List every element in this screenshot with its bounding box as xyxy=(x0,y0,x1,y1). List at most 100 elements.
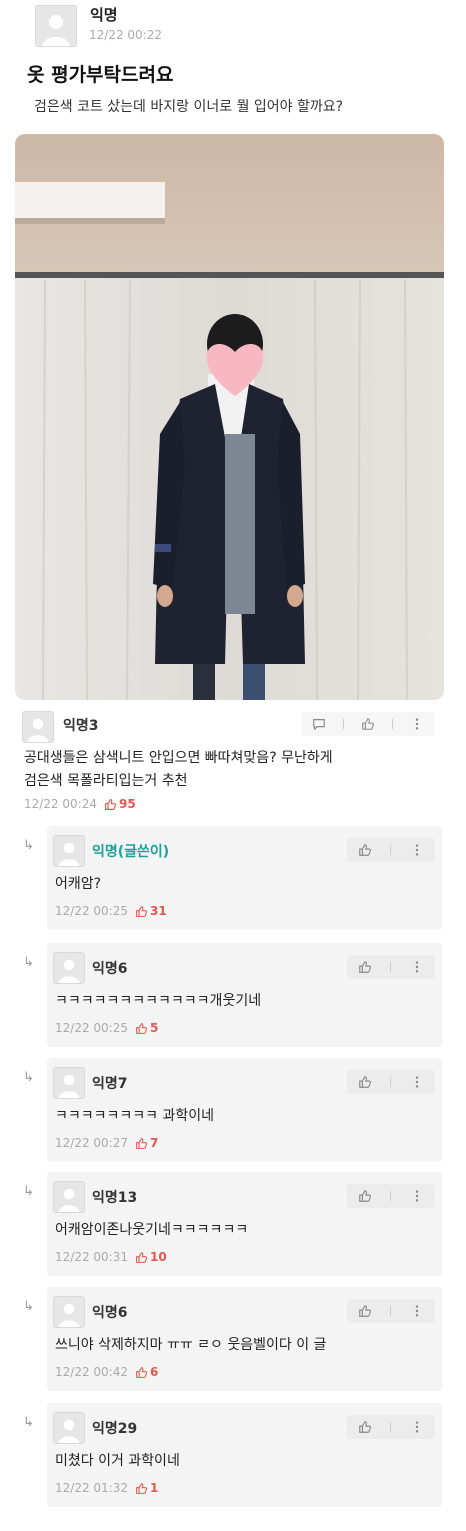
more-vertical-icon xyxy=(415,844,419,856)
thumbs-up-icon xyxy=(359,1305,372,1317)
comment-time: 12/22 00:24 xyxy=(24,797,97,811)
reply-button[interactable] xyxy=(308,714,330,734)
like-button[interactable] xyxy=(354,1301,376,1321)
avatar[interactable] xyxy=(53,1412,85,1444)
like-button[interactable] xyxy=(354,1186,376,1206)
more-button[interactable] xyxy=(406,1186,428,1206)
avatar[interactable] xyxy=(53,1181,85,1213)
like-count-value: 7 xyxy=(149,1136,159,1150)
default-avatar-icon xyxy=(54,1297,84,1327)
divider xyxy=(343,719,345,729)
reply-author[interactable]: 익명29 xyxy=(92,1418,137,1438)
reply-author[interactable]: 익명7 xyxy=(92,1073,128,1093)
like-count: 95 xyxy=(104,797,136,811)
thumbs-up-icon xyxy=(359,961,372,973)
like-button[interactable] xyxy=(354,1072,376,1092)
thumbs-up-icon xyxy=(359,844,372,856)
comment-actions xyxy=(302,712,434,736)
more-vertical-icon xyxy=(415,1421,419,1433)
more-button[interactable] xyxy=(406,1072,428,1092)
like-button[interactable] xyxy=(357,714,379,734)
reply-author[interactable]: 익명13 xyxy=(92,1187,137,1207)
divider xyxy=(390,845,392,855)
comment-text-line: 공대생들은 삼색니트 안입으면 빠따쳐맞음? 무난하게 xyxy=(24,750,333,766)
like-count-value: 10 xyxy=(149,1250,167,1264)
divider xyxy=(390,1077,392,1087)
like-count: 5 xyxy=(135,1021,158,1035)
like-count: 1 xyxy=(135,1481,158,1495)
reply-author[interactable]: 익명6 xyxy=(92,1302,128,1322)
reply-meta: 12/22 00:25 5 xyxy=(55,1021,158,1035)
reply-actions xyxy=(347,1415,435,1439)
comment-author[interactable]: 익명3 xyxy=(63,715,99,735)
like-count-value: 95 xyxy=(118,797,136,811)
more-vertical-icon xyxy=(415,1076,419,1088)
thumbs-up-icon xyxy=(359,1421,372,1433)
like-count-value: 31 xyxy=(149,904,167,918)
divider xyxy=(390,1191,392,1201)
reply-actions xyxy=(347,955,435,979)
like-count: 10 xyxy=(135,1250,167,1264)
reply-box: 익명7 ㅋㅋㅋㅋㅋㅋㅋㅋ 과학이네 12/22 00:27 7 xyxy=(47,1058,442,1162)
reply-arrow-icon: ↳ xyxy=(23,1184,34,1199)
reply-time: 12/22 01:32 xyxy=(55,1481,128,1495)
default-avatar-icon xyxy=(54,1182,84,1212)
like-button[interactable] xyxy=(354,840,376,860)
default-avatar-icon xyxy=(54,1413,84,1443)
post-title: 옷 평가부탁드려요 xyxy=(27,64,174,86)
more-button[interactable] xyxy=(406,840,428,860)
reply-box: 익명13 어캐암이존나웃기네ㅋㅋㅋㅋㅋㅋ 12/22 00:31 10 xyxy=(47,1172,442,1276)
reply-time: 12/22 00:31 xyxy=(55,1250,128,1264)
reply-meta: 12/22 00:27 7 xyxy=(55,1136,158,1150)
reply-text: ㅋㅋㅋㅋㅋㅋㅋㅋ 과학이네 xyxy=(55,1108,215,1124)
avatar[interactable] xyxy=(35,5,77,47)
avatar[interactable] xyxy=(53,835,85,867)
more-button[interactable] xyxy=(406,714,428,734)
reply-text: 어캐암이존나웃기네ㅋㅋㅋㅋㅋㅋ xyxy=(55,1222,249,1238)
more-button[interactable] xyxy=(406,957,428,977)
reply-arrow-icon: ↳ xyxy=(23,1070,34,1085)
comment-text-line: 검은색 목폴라티입는거 추천 xyxy=(24,773,188,789)
divider xyxy=(390,962,392,972)
thumbs-up-icon xyxy=(136,1251,148,1263)
reply-author[interactable]: 익명6 xyxy=(92,958,128,978)
reply-author[interactable]: 익명(글쓴이) xyxy=(92,841,169,861)
reply-time: 12/22 00:25 xyxy=(55,904,128,918)
divider xyxy=(391,719,393,729)
more-button[interactable] xyxy=(406,1301,428,1321)
like-count-value: 5 xyxy=(149,1021,159,1035)
thumbs-up-icon xyxy=(359,1190,372,1202)
thumbs-up-icon xyxy=(105,798,117,810)
post-author[interactable]: 익명 xyxy=(90,4,118,25)
reply-meta: 12/22 01:32 1 xyxy=(55,1481,158,1495)
speech-bubble-icon xyxy=(313,719,326,731)
reply-meta: 12/22 00:25 31 xyxy=(55,904,167,918)
like-button[interactable] xyxy=(354,1417,376,1437)
more-vertical-icon xyxy=(415,961,419,973)
avatar[interactable] xyxy=(53,1296,85,1328)
more-vertical-icon xyxy=(415,718,418,730)
post-photo[interactable] xyxy=(15,134,444,700)
default-avatar-icon xyxy=(54,1068,84,1098)
comment-meta: 12/22 00:24 95 xyxy=(24,797,136,811)
like-count: 7 xyxy=(135,1136,158,1150)
more-button[interactable] xyxy=(406,1417,428,1437)
avatar[interactable] xyxy=(53,1067,85,1099)
like-button[interactable] xyxy=(354,957,376,977)
like-count: 6 xyxy=(135,1365,158,1379)
thumbs-up-icon xyxy=(136,1482,148,1494)
divider xyxy=(390,1422,392,1432)
reply-text: 미쳤다 이거 과학이네 xyxy=(55,1453,180,1469)
avatar[interactable] xyxy=(53,952,85,984)
like-count: 31 xyxy=(135,904,167,918)
reply-arrow-icon: ↳ xyxy=(23,1299,34,1314)
reply-text: 어캐암? xyxy=(55,876,102,892)
reply-box: 익명(글쓴이) 어캐암? 12/22 00:25 31 xyxy=(47,826,442,930)
divider xyxy=(390,1306,392,1316)
default-avatar-icon xyxy=(36,6,76,46)
avatar[interactable] xyxy=(22,711,54,743)
reply-text: 쓰니야 삭제하지마 ㅠㅠ ㄹㅇ 웃음벨이다 이 글 xyxy=(55,1337,327,1353)
like-count-value: 6 xyxy=(149,1365,159,1379)
thumbs-up-icon xyxy=(136,1137,148,1149)
reply-box: 익명29 미쳤다 이거 과학이네 12/22 01:32 1 xyxy=(47,1403,442,1507)
